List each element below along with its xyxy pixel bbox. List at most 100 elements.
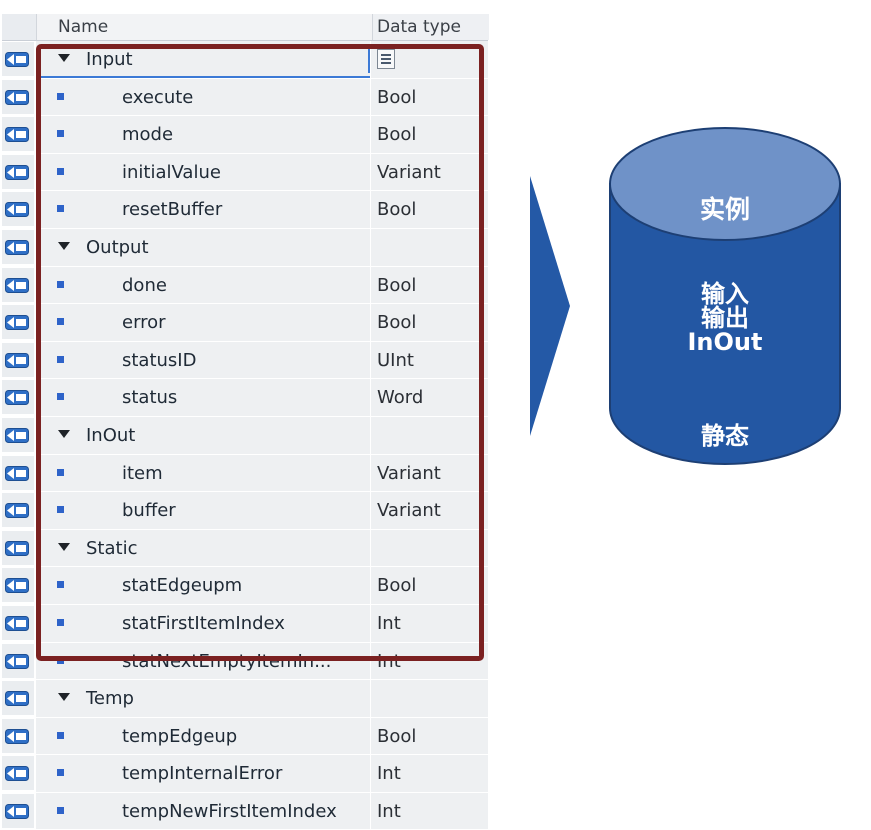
interface-param-icon bbox=[5, 615, 29, 631]
table-row[interactable]: initialValue Variant bbox=[2, 153, 488, 192]
interface-param-icon bbox=[5, 390, 29, 406]
column-header-data-type[interactable]: Data type bbox=[372, 14, 489, 40]
data-type-cell[interactable]: Variant bbox=[371, 454, 488, 492]
instance-db-title: 实例 bbox=[699, 195, 750, 224]
data-type-cell[interactable]: Bool bbox=[371, 116, 488, 153]
name-cell[interactable]: InOut bbox=[36, 416, 370, 454]
expand-triangle-icon[interactable] bbox=[58, 693, 70, 702]
name-cell[interactable]: initialValue bbox=[36, 153, 370, 191]
parameter-name: buffer bbox=[122, 500, 176, 522]
name-cell[interactable]: tempInternalError bbox=[36, 755, 370, 792]
data-type-cell[interactable] bbox=[371, 529, 488, 567]
column-header-name[interactable]: Name bbox=[58, 17, 108, 37]
bullet-square-icon bbox=[57, 205, 64, 213]
data-type-cell[interactable]: Bool bbox=[371, 78, 488, 116]
name-cell[interactable]: tempEdgeup bbox=[36, 717, 370, 755]
name-cell[interactable]: status bbox=[36, 379, 370, 416]
parameter-name: tempInternalError bbox=[122, 763, 283, 785]
data-type-cell[interactable]: Int bbox=[371, 755, 488, 792]
row-icon-cell bbox=[2, 117, 34, 152]
name-cell[interactable]: statFirstItemIndex bbox=[36, 604, 370, 642]
data-type-cell[interactable]: Bool bbox=[371, 717, 488, 755]
table-row[interactable]: tempNewFirstItemIndex Int bbox=[2, 792, 488, 830]
row-icon-cell bbox=[2, 643, 34, 678]
data-type-cell[interactable]: UInt bbox=[371, 341, 488, 379]
parameter-name: tempEdgeup bbox=[122, 725, 238, 747]
data-type-value: Bool bbox=[377, 575, 417, 597]
data-type-cell[interactable] bbox=[371, 680, 488, 717]
name-cell[interactable]: resetBuffer bbox=[36, 191, 370, 228]
interface-param-icon bbox=[5, 691, 29, 707]
table-row-section[interactable]: Static bbox=[2, 529, 488, 568]
expand-triangle-icon[interactable] bbox=[58, 241, 70, 250]
name-cell[interactable]: tempNewFirstItemIndex bbox=[36, 792, 370, 830]
table-row[interactable]: tempInternalError Int bbox=[2, 755, 488, 793]
data-type-cell[interactable]: Variant bbox=[371, 492, 488, 529]
table-row[interactable]: statNextEmptyItemIn... Int bbox=[2, 642, 488, 681]
table-row-section[interactable]: Temp bbox=[2, 680, 488, 718]
table-row[interactable]: execute Bool bbox=[2, 78, 488, 117]
table-row[interactable]: statFirstItemIndex Int bbox=[2, 604, 488, 643]
name-cell[interactable]: buffer bbox=[36, 492, 370, 529]
name-cell[interactable]: mode bbox=[36, 116, 370, 153]
name-cell[interactable]: statNextEmptyItemIn... bbox=[36, 642, 370, 680]
data-type-cell[interactable]: Int bbox=[371, 642, 488, 680]
parameter-name: statusID bbox=[122, 349, 197, 371]
table-row[interactable]: tempEdgeup Bool bbox=[2, 717, 488, 756]
table-row-section[interactable]: Input bbox=[2, 41, 488, 79]
table-row[interactable]: statEdgeupm Bool bbox=[2, 567, 488, 605]
data-type-cell[interactable]: Word bbox=[371, 379, 488, 416]
table-row-section[interactable]: InOut bbox=[2, 416, 488, 455]
name-cell[interactable]: error bbox=[36, 304, 370, 341]
data-type-value: Word bbox=[377, 387, 424, 409]
parameter-name: resetBuffer bbox=[122, 199, 223, 221]
row-icon-cell bbox=[2, 718, 34, 753]
expand-triangle-icon[interactable] bbox=[58, 429, 70, 438]
name-cell[interactable]: Temp bbox=[36, 680, 370, 717]
row-icon-cell bbox=[2, 681, 34, 716]
name-cell[interactable]: Input bbox=[36, 41, 370, 78]
name-cell[interactable]: Static bbox=[36, 529, 370, 567]
row-icon-cell bbox=[2, 154, 34, 189]
table-row[interactable]: status Word bbox=[2, 379, 488, 417]
data-type-cell[interactable]: Bool bbox=[371, 304, 488, 341]
name-cell[interactable]: statEdgeupm bbox=[36, 567, 370, 604]
data-type-cell[interactable]: Bool bbox=[371, 191, 488, 228]
data-type-cell[interactable]: Int bbox=[371, 792, 488, 830]
table-row[interactable]: statusID UInt bbox=[2, 341, 488, 380]
table-row[interactable]: buffer Variant bbox=[2, 492, 488, 530]
name-cell[interactable]: statusID bbox=[36, 341, 370, 379]
data-type-cell[interactable] bbox=[371, 228, 488, 266]
name-cell[interactable]: Output bbox=[36, 228, 370, 266]
interface-param-icon bbox=[5, 540, 29, 556]
data-type-value: Bool bbox=[377, 725, 417, 747]
section-label: Output bbox=[86, 236, 149, 258]
row-icon-cell bbox=[2, 342, 34, 377]
expand-triangle-icon[interactable] bbox=[58, 542, 70, 551]
name-cell[interactable]: execute bbox=[36, 78, 370, 116]
table-row[interactable]: resetBuffer Bool bbox=[2, 191, 488, 229]
data-type-value: Int bbox=[377, 800, 401, 822]
data-type-cell[interactable]: Bool bbox=[371, 266, 488, 304]
table-row[interactable]: item Variant bbox=[2, 454, 488, 493]
header-icon-column bbox=[2, 14, 37, 40]
bullet-square-icon bbox=[57, 355, 64, 363]
table-row[interactable]: mode Bool bbox=[2, 116, 488, 154]
table-row[interactable]: error Bool bbox=[2, 304, 488, 342]
list-picker-icon[interactable] bbox=[377, 49, 395, 69]
data-type-cell[interactable] bbox=[371, 416, 488, 454]
data-type-cell[interactable]: Int bbox=[371, 604, 488, 642]
interface-param-icon bbox=[5, 653, 29, 669]
name-cell[interactable]: item bbox=[36, 454, 370, 492]
interface-param-icon bbox=[5, 803, 29, 819]
data-type-cell[interactable]: Bool bbox=[371, 567, 488, 604]
data-type-cell[interactable] bbox=[371, 41, 488, 78]
data-type-value: UInt bbox=[377, 349, 414, 371]
name-cell[interactable]: done bbox=[36, 266, 370, 304]
data-type-cell[interactable]: Variant bbox=[371, 153, 488, 191]
row-icon-cell bbox=[2, 530, 34, 565]
table-row[interactable]: done Bool bbox=[2, 266, 488, 305]
interface-param-icon bbox=[5, 578, 29, 594]
table-row-section[interactable]: Output bbox=[2, 228, 488, 267]
expand-triangle-icon[interactable] bbox=[58, 54, 70, 62]
